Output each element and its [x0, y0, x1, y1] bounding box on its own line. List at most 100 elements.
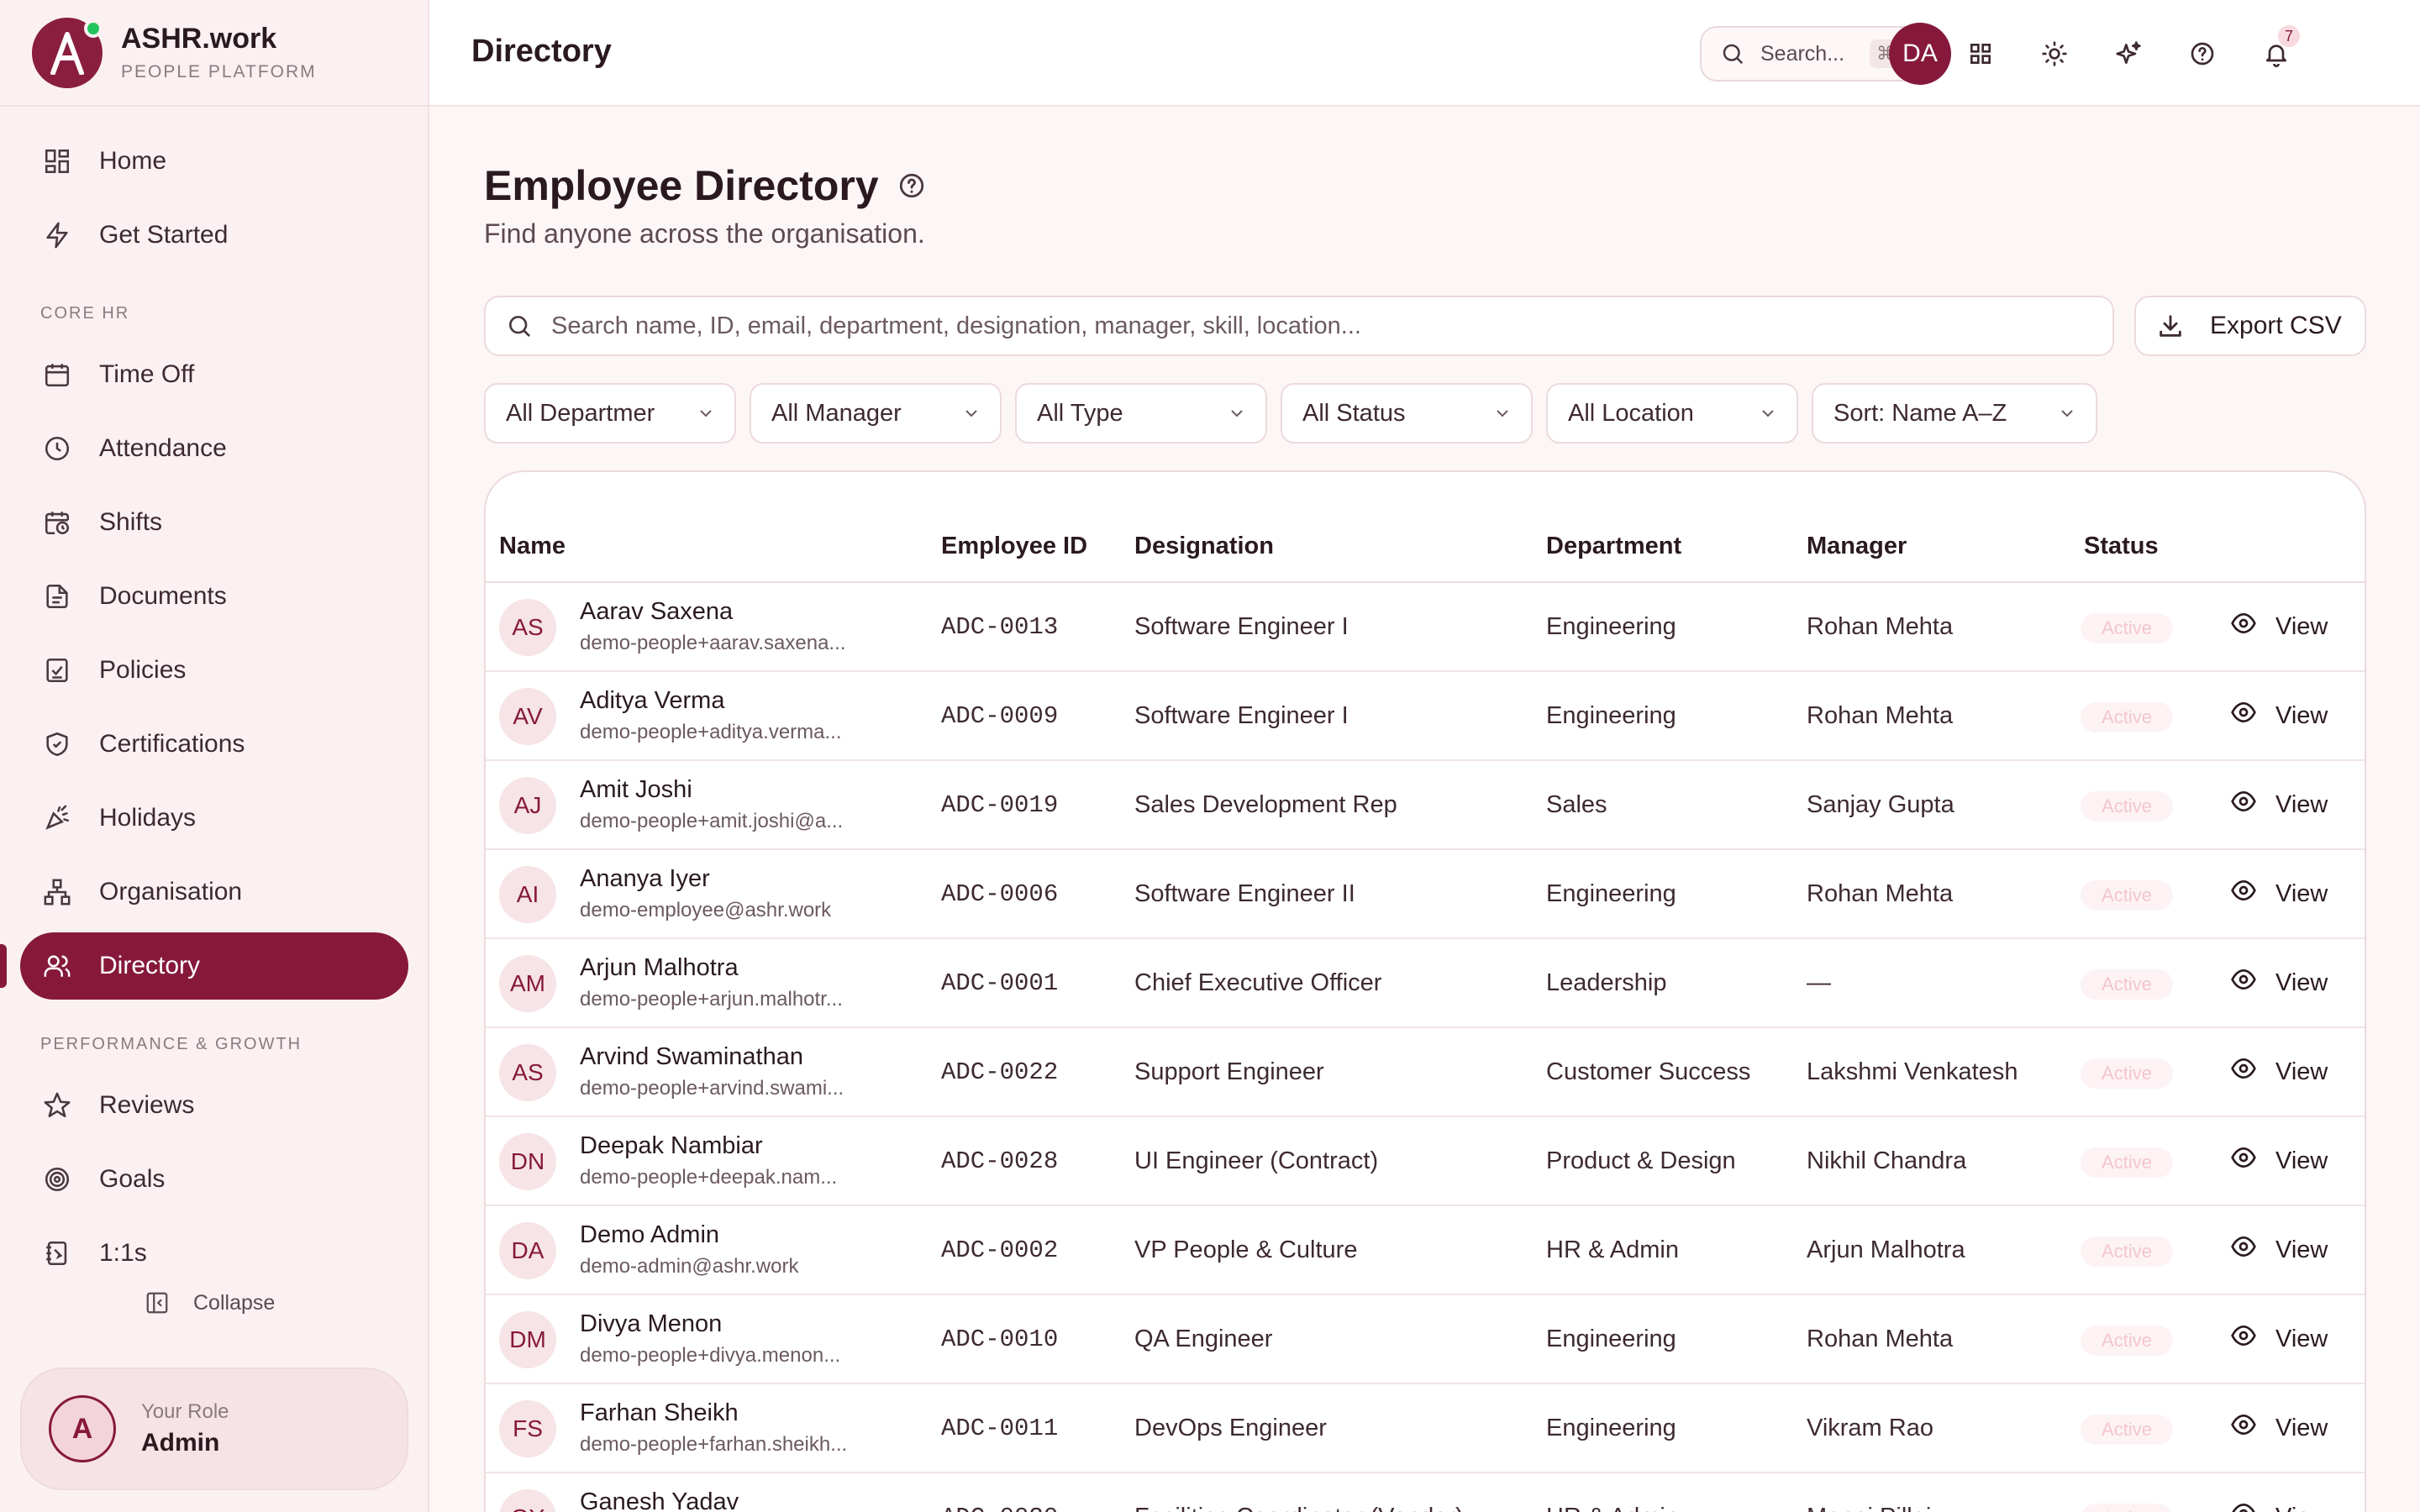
- column-header-status[interactable]: Status: [2084, 533, 2159, 560]
- sidebar-item-one-on-ones[interactable]: 1:1s: [20, 1220, 408, 1287]
- column-header-manager[interactable]: Manager: [1807, 533, 1907, 560]
- view-button[interactable]: View: [2230, 788, 2328, 822]
- manager-filter[interactable]: All Manager: [750, 383, 1002, 444]
- employee-name[interactable]: Amit Joshi: [580, 776, 692, 804]
- sidebar-item-label: Documents: [99, 582, 227, 610]
- employee-manager: Arjun Malhotra: [1807, 1236, 1965, 1263]
- sidebar-item-organisation[interactable]: Organisation: [20, 858, 408, 926]
- sidebar-item-holidays[interactable]: Holidays: [20, 785, 408, 852]
- sidebar-item-reviews[interactable]: Reviews: [20, 1072, 408, 1139]
- employee-email: demo-people+arjun.malhotr...: [580, 988, 843, 1011]
- help-button[interactable]: [2182, 34, 2223, 74]
- employee-department: HR & Admin: [1546, 1504, 1679, 1512]
- status-badge: Active: [2081, 880, 2173, 911]
- sidebar-item-get-started[interactable]: Get Started: [20, 202, 408, 269]
- table-row[interactable]: AI Ananya Iyer demo-employee@ashr.work ADC-…: [486, 850, 2365, 939]
- ai-assistant-button[interactable]: [2108, 34, 2149, 74]
- apps-grid-button[interactable]: [1960, 34, 2001, 74]
- table-row[interactable]: AS Aarav Saxena demo-people+aarav.saxena..…: [486, 583, 2365, 672]
- employee-name[interactable]: Demo Admin: [580, 1221, 719, 1249]
- sidebar-item-shifts[interactable]: Shifts: [20, 489, 408, 556]
- sidebar-item-time-off[interactable]: Time Off: [20, 341, 408, 408]
- view-button[interactable]: View: [2230, 1322, 2328, 1356]
- help-circle-icon[interactable]: [897, 161, 926, 210]
- view-button[interactable]: View: [2230, 610, 2328, 643]
- filter-label: All Manager: [771, 399, 902, 427]
- view-button[interactable]: View: [2230, 699, 2328, 732]
- employee-name[interactable]: Aditya Verma: [580, 687, 724, 715]
- column-header-department[interactable]: Department: [1546, 533, 1681, 560]
- sidebar-item-attendance[interactable]: Attendance: [20, 415, 408, 482]
- column-header-designation[interactable]: Designation: [1134, 533, 1274, 560]
- employee-name[interactable]: Arjun Malhotra: [580, 954, 739, 982]
- sidebar-item-home[interactable]: Home: [20, 128, 408, 195]
- employee-name[interactable]: Ganesh Yadav: [580, 1488, 739, 1512]
- directory-search-input[interactable]: Search name, ID, email, department, desi…: [484, 296, 2114, 356]
- type-filter[interactable]: All Type: [1015, 383, 1267, 444]
- table-row[interactable]: DN Deepak Nambiar demo-people+deepak.nam..…: [486, 1117, 2365, 1206]
- table-row[interactable]: AJ Amit Joshi demo-people+amit.joshi@a... A…: [486, 761, 2365, 850]
- sidebar-item-label: Attendance: [99, 434, 227, 462]
- eye-icon: [2230, 1055, 2257, 1089]
- employee-designation: Chief Executive Officer: [1134, 969, 1382, 996]
- view-button[interactable]: View: [2230, 1411, 2328, 1445]
- brand-logo[interactable]: [32, 17, 103, 88]
- sidebar-item-documents[interactable]: Documents: [20, 563, 408, 630]
- employee-name[interactable]: Aarav Saxena: [580, 598, 733, 626]
- table-row[interactable]: DA Demo Admin demo-admin@ashr.work ADC-0002…: [486, 1206, 2365, 1295]
- location-filter[interactable]: All Location: [1546, 383, 1798, 444]
- status-filter[interactable]: All Status: [1281, 383, 1533, 444]
- view-button[interactable]: View: [2230, 1055, 2328, 1089]
- employee-department: Engineering: [1546, 613, 1676, 640]
- status-badge: Active: [2081, 969, 2173, 1000]
- sidebar-item-directory[interactable]: Directory: [20, 932, 408, 1000]
- table-row[interactable]: AM Arjun Malhotra demo-people+arjun.malhot…: [486, 939, 2365, 1028]
- notification-count-badge: 7: [2278, 25, 2300, 47]
- employee-name[interactable]: Ananya Iyer: [580, 865, 710, 893]
- employee-name[interactable]: Divya Menon: [580, 1310, 722, 1338]
- employee-id: ADC-0028: [941, 1147, 1059, 1175]
- employee-manager: Sanjay Gupta: [1807, 791, 1954, 818]
- collapse-button[interactable]: Collapse: [145, 1290, 275, 1315]
- sidebar-item-goals[interactable]: Goals: [20, 1146, 408, 1213]
- user-avatar[interactable]: DA: [1889, 23, 1951, 85]
- role-card[interactable]: A Your Role Admin: [20, 1368, 408, 1490]
- column-header-name[interactable]: Name: [499, 533, 566, 560]
- employee-name[interactable]: Farhan Sheikh: [580, 1399, 739, 1427]
- status-badge: Active: [2081, 791, 2173, 822]
- help-icon: [2191, 42, 2214, 66]
- table-row[interactable]: AV Aditya Verma demo-people+aditya.verma..…: [486, 672, 2365, 761]
- clock-icon: [40, 432, 74, 465]
- chevron-down-icon: [1231, 410, 1243, 417]
- table-row[interactable]: FS Farhan Sheikh demo-people+farhan.sheikh…: [486, 1384, 2365, 1473]
- eye-icon: [2230, 877, 2257, 911]
- sidebar-item-label: Holidays: [99, 804, 197, 832]
- employee-name[interactable]: Arvind Swaminathan: [580, 1043, 803, 1071]
- view-button[interactable]: View: [2230, 1144, 2328, 1178]
- employee-email: demo-employee@ashr.work: [580, 899, 832, 921]
- employee-name[interactable]: Deepak Nambiar: [580, 1132, 763, 1160]
- employee-avatar: AJ: [499, 777, 556, 834]
- online-status-dot: [84, 18, 103, 38]
- theme-toggle-button[interactable]: [2034, 34, 2075, 74]
- view-button[interactable]: View: [2230, 877, 2328, 911]
- column-header-employee-id[interactable]: Employee ID: [941, 533, 1087, 560]
- sidebar-item-policies[interactable]: Policies: [20, 637, 408, 704]
- table-row[interactable]: GY Ganesh Yadav ADC-0030 Facilities Coordin…: [486, 1473, 2365, 1512]
- view-button[interactable]: View: [2230, 1233, 2328, 1267]
- employee-manager: Rohan Mehta: [1807, 702, 1954, 729]
- department-filter[interactable]: All Departmer: [484, 383, 736, 444]
- table-row[interactable]: AS Arvind Swaminathan demo-people+arvind.s…: [486, 1028, 2365, 1117]
- sort-select[interactable]: Sort: Name A–Z: [1812, 383, 2097, 444]
- view-button[interactable]: View: [2230, 966, 2328, 1000]
- view-button[interactable]: View: [2230, 1500, 2328, 1512]
- role-avatar: A: [49, 1395, 116, 1462]
- status-badge: Active: [2081, 702, 2173, 732]
- notifications-button[interactable]: 7: [2256, 25, 2300, 74]
- table-row[interactable]: DM Divya Menon demo-people+divya.menon... A…: [486, 1295, 2365, 1384]
- filter-label: All Location: [1568, 399, 1694, 427]
- calendar-icon: [40, 358, 74, 391]
- employee-manager: Rohan Mehta: [1807, 613, 1954, 640]
- sidebar-item-certifications[interactable]: Certifications: [20, 711, 408, 778]
- export-csv-button[interactable]: Export CSV: [2134, 296, 2366, 356]
